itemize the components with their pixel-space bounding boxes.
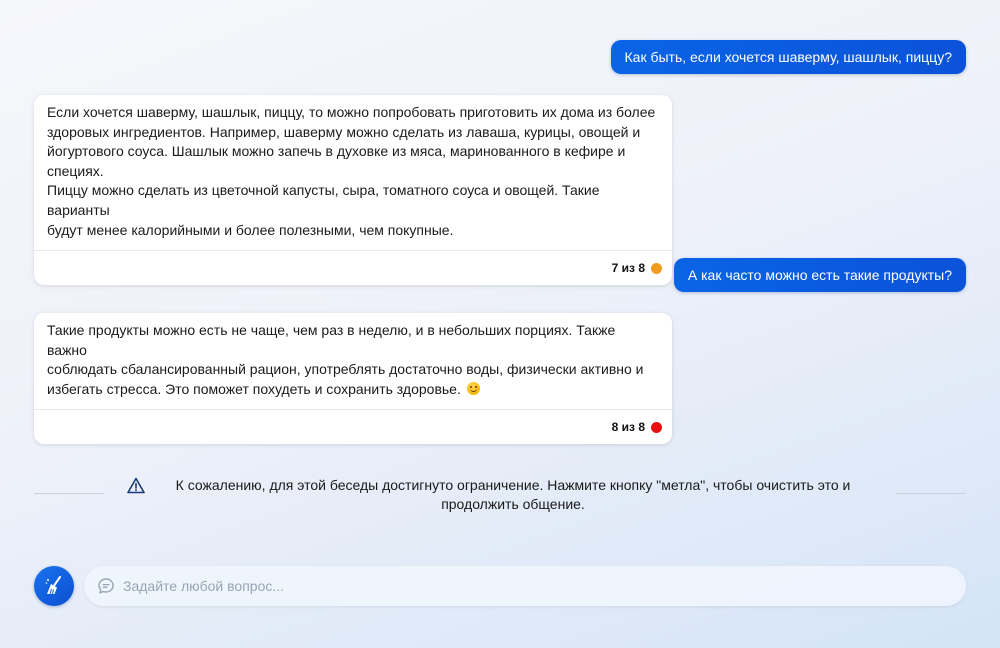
bot-message: Такие продукты можно есть не чаще, чем р… (34, 313, 672, 445)
broom-icon (42, 574, 66, 598)
bot-message-line: будут менее калорийными и более полезным… (47, 221, 454, 238)
turn-counter: 8 из 8 (611, 420, 645, 435)
limit-notice-inner: К сожалению, для этой беседы достигнуто … (127, 476, 873, 514)
divider (34, 493, 104, 494)
bot-message-line: Если хочется шаверму, шашлык, пиццу, то … (47, 104, 656, 120)
bot-message-line: йогуртового соуса. Шашлык можно запечь в… (47, 143, 626, 179)
clear-conversation-button[interactable] (34, 566, 74, 606)
turn-status-dot (651, 421, 662, 433)
warning-triangle-icon (127, 477, 145, 499)
prompt-input[interactable] (123, 571, 966, 601)
bot-message-line: Такие продукты можно есть не чаще, чем р… (47, 322, 616, 358)
bot-message-line: Пиццу можно сделать из цветочной капусты… (47, 182, 600, 218)
limit-notice: К сожалению, для этой беседы достигнуто … (34, 476, 966, 514)
bot-message-line: избегать стресса. Это поможет похудеть и… (47, 380, 461, 397)
turn-status-dot (651, 262, 662, 274)
user-message: Как быть, если хочется шаверму, шашлык, … (610, 40, 966, 74)
limit-notice-content: К сожалению, для этой беседы достигнуто … (104, 476, 896, 514)
bot-message: Если хочется шаверму, шашлык, пиццу, то … (34, 95, 672, 286)
bot-message-line: здоровых ингредиентов. Например, шаверму… (47, 123, 641, 140)
divider (896, 493, 966, 494)
user-message: А как часто можно есть такие продукты? (673, 258, 966, 292)
composer (84, 566, 966, 606)
limit-notice-text: К сожалению, для этой беседы достигнуто … (175, 477, 851, 512)
turn-counter: 7 из 8 (611, 261, 645, 276)
bot-message-footer: 8 из 8 (34, 409, 672, 444)
bot-message-line-with-emoji: избегать стресса. Это поможет похудеть и… (47, 380, 658, 400)
bot-message-text: Если хочется шаверму, шашлык, пиццу, то … (34, 95, 672, 250)
bot-message-line: соблюдать сбалансированный рацион, употр… (47, 361, 644, 378)
smiling-face-emoji-icon (466, 381, 480, 395)
chat-bubble-icon (97, 577, 115, 595)
bot-message-footer: 7 из 8 (34, 250, 672, 285)
bot-message-text: Такие продукты можно есть не чаще, чем р… (34, 313, 672, 409)
